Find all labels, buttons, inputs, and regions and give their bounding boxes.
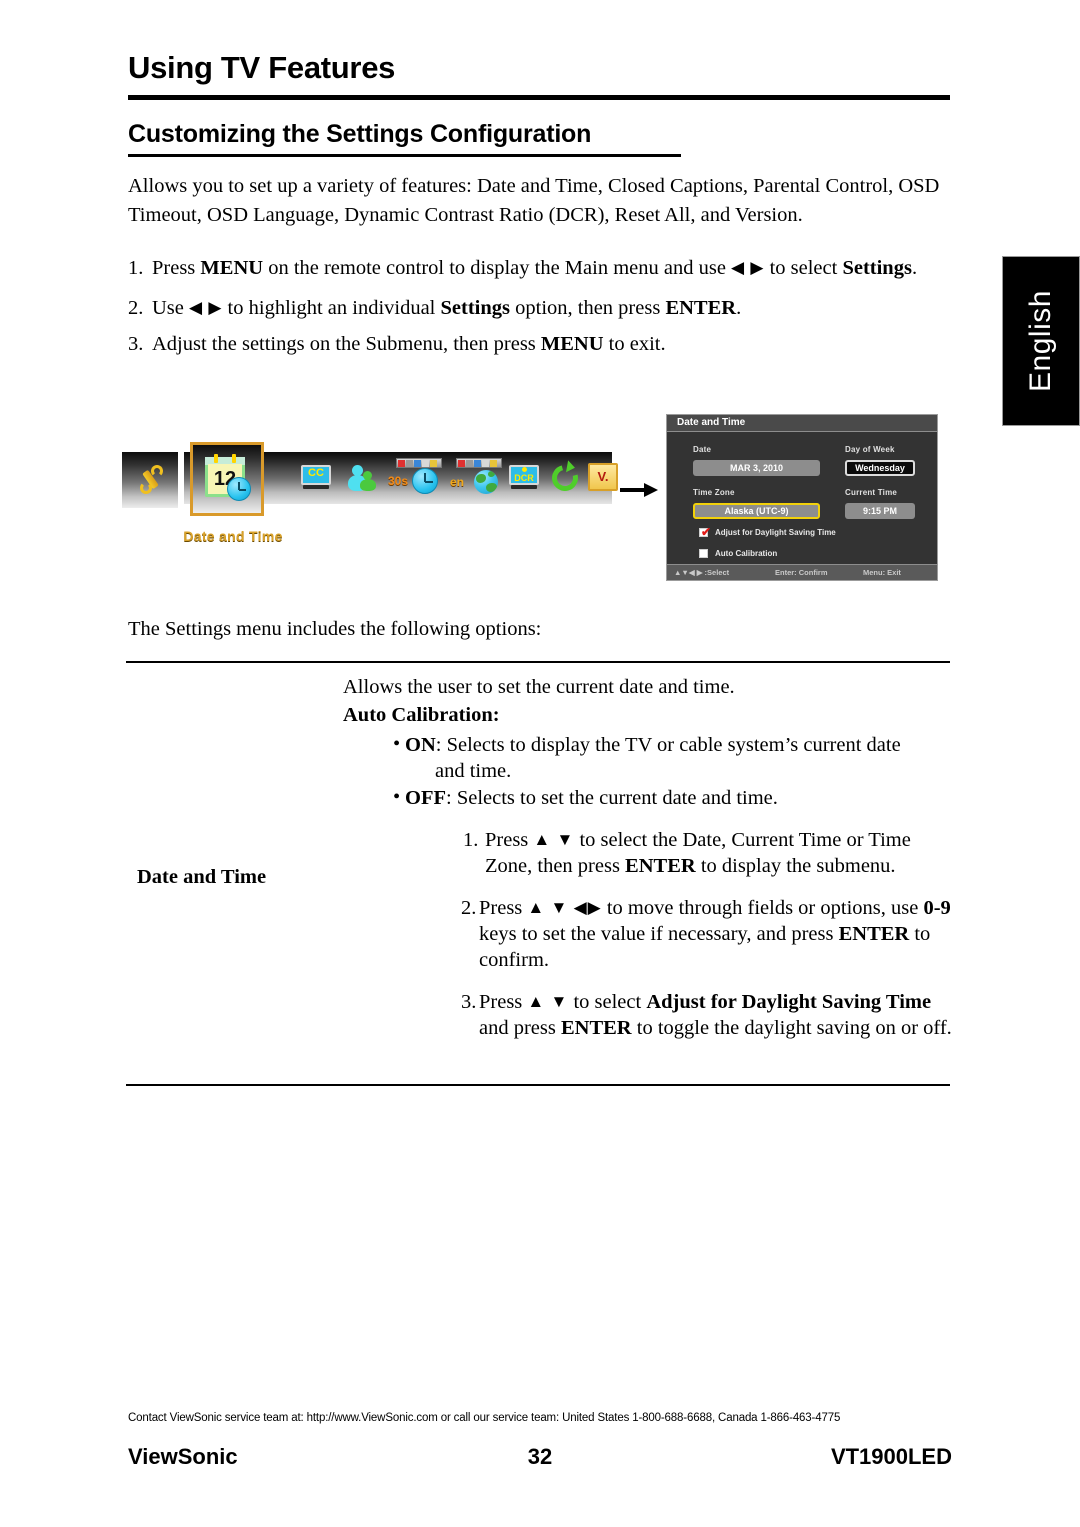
wrench-glyph — [138, 465, 164, 494]
manual-page: Using TV Features Customizing the Settin… — [0, 0, 1080, 1527]
osd-language-icon[interactable]: en — [448, 458, 506, 498]
list-item-text: OFF: Selects to set the current date and… — [405, 787, 778, 809]
auto-calibration-heading: Auto Calibration: — [343, 704, 500, 726]
list-item-number: 1. — [128, 257, 144, 279]
table-top-border — [126, 661, 950, 663]
list-item-number: 2. — [461, 897, 477, 919]
time-zone-value[interactable]: Alaska (UTC-9) — [693, 503, 820, 519]
osd-language-label: en — [450, 475, 465, 489]
list-item-number: 2. — [128, 297, 144, 319]
date-and-time-icon[interactable]: 12 — [190, 442, 264, 516]
footer-page-number: 32 — [527, 1444, 553, 1469]
version-label: V. — [597, 469, 609, 484]
osd-timeout-icon[interactable]: 30s — [388, 458, 446, 498]
wrench-icon[interactable] — [122, 452, 178, 508]
clock-glyph — [227, 477, 251, 501]
title-rule — [128, 95, 950, 100]
auto-calibration-label: Auto Calibration — [715, 549, 778, 558]
list-item: 1. Press MENU on the remote control to d… — [128, 254, 958, 282]
options-intro: The Settings menu includes the following… — [128, 618, 542, 640]
page-title: Using TV Features — [128, 50, 396, 85]
numbered-instructions: 1. Press ▲ ▼ to select the Date, Current… — [343, 827, 953, 1041]
list-item: • ON: Selects to display the TV or cable… — [343, 732, 953, 784]
description-line: Allows the user to set the current date … — [343, 676, 735, 698]
clock-glyph — [412, 468, 438, 494]
daylight-saving-label: Adjust for Daylight Saving Time — [715, 528, 836, 537]
table-row-content: Allows the user to set the current date … — [343, 674, 953, 1057]
settings-icon-strip: 12 Date and Time CC 30s en DCR V. — [122, 442, 618, 544]
footer-row: ViewSonic 32 VT1900LED — [128, 1444, 952, 1472]
list-item-number: 3. — [461, 991, 477, 1013]
day-of-week-value[interactable]: Wednesday — [845, 460, 915, 476]
osd-title: Date and Time — [667, 415, 937, 432]
daylight-saving-checkbox[interactable]: ✔ — [699, 525, 712, 539]
bullet-icon: • — [393, 786, 401, 808]
language-tab-label: English — [1024, 290, 1057, 392]
right-arrow-icon — [620, 483, 660, 497]
list-item-text: Press ▲ ▼ to select the Date, Current Ti… — [485, 829, 911, 877]
list-item-number: 3. — [128, 333, 144, 355]
osd-timeout-label: 30s — [388, 474, 409, 488]
date-value[interactable]: MAR 3, 2010 — [693, 460, 820, 476]
list-item-number: 1. — [463, 829, 479, 851]
osd-body: Date MAR 3, 2010 Day of Week Wednesday T… — [667, 432, 937, 564]
current-time-label: Current Time — [845, 488, 898, 497]
list-item-text: ON: Selects to display the TV or cable s… — [405, 734, 901, 782]
list-item: 3. Adjust the settings on the Submenu, t… — [128, 330, 958, 358]
list-item: 1. Press ▲ ▼ to select the Date, Current… — [343, 827, 953, 879]
procedure-list: 1. Press MENU on the remote control to d… — [128, 254, 958, 366]
intro-paragraph: Allows you to set up a variety of featur… — [128, 175, 940, 226]
list-item-text: Press MENU on the remote control to disp… — [152, 257, 918, 279]
section-title: Customizing the Settings Configuration — [128, 120, 592, 148]
footer-model: VT1900LED — [830, 1444, 952, 1469]
list-item-text: Adjust the settings on the Submenu, then… — [152, 333, 666, 355]
check-icon: ✔ — [701, 525, 712, 539]
list-item: 2. Press ▲ ▼ ◀▶ to move through fields o… — [343, 895, 953, 973]
table-bottom-border — [126, 1084, 950, 1086]
date-label: Date — [693, 445, 712, 454]
version-icon[interactable]: V. — [588, 463, 618, 491]
osd-footer: ▲▼◀ ▶ :Select Enter: Confirm Menu: Exit — [667, 564, 937, 580]
calendar-glyph: 12 — [203, 454, 251, 501]
selected-icon-label: Date and Time — [183, 528, 283, 544]
globe-glyph — [474, 470, 498, 494]
section-rule — [128, 154, 681, 157]
day-of-week-label: Day of Week — [845, 445, 895, 454]
cc-label: CC — [308, 467, 324, 479]
list-item-text: Press ▲ ▼ to select Adjust for Daylight … — [479, 991, 952, 1039]
auto-calibration-checkbox[interactable] — [699, 549, 708, 558]
language-tab: English — [1002, 256, 1080, 426]
mini-menu-bar — [396, 458, 442, 468]
list-item: • OFF: Selects to set the current date a… — [343, 785, 953, 811]
bullet-icon: • — [393, 733, 401, 755]
time-zone-label: Time Zone — [693, 488, 735, 497]
dcr-icon[interactable]: DCR — [508, 465, 540, 490]
dcr-label: DCR — [514, 473, 534, 483]
list-item: 2. Use ◀ ▶ to highlight an individual Se… — [128, 294, 958, 322]
parental-control-icon[interactable] — [348, 465, 376, 491]
osd-hint-exit: Menu: Exit — [863, 568, 901, 577]
current-time-value[interactable]: 9:15 PM — [845, 503, 915, 519]
footer-contact: Contact ViewSonic service team at: http:… — [128, 1412, 841, 1424]
list-item: 3. Press ▲ ▼ to select Adjust for Daylig… — [343, 989, 953, 1041]
reset-all-icon[interactable] — [547, 460, 583, 496]
list-item-text: Press ▲ ▼ ◀▶ to move through fields or o… — [479, 897, 951, 971]
osd-hint-select: ▲▼◀ ▶ :Select — [674, 568, 730, 577]
mini-menu-bar — [456, 458, 502, 468]
table-row-label: Date and Time — [137, 866, 267, 888]
osd-hint-confirm: Enter: Confirm — [775, 568, 828, 577]
date-and-time-osd-dialog: Date and Time Date MAR 3, 2010 Day of We… — [666, 414, 938, 581]
list-item-text: Use ◀ ▶ to highlight an individual Setti… — [152, 297, 742, 319]
closed-captions-icon[interactable]: CC — [300, 465, 332, 490]
